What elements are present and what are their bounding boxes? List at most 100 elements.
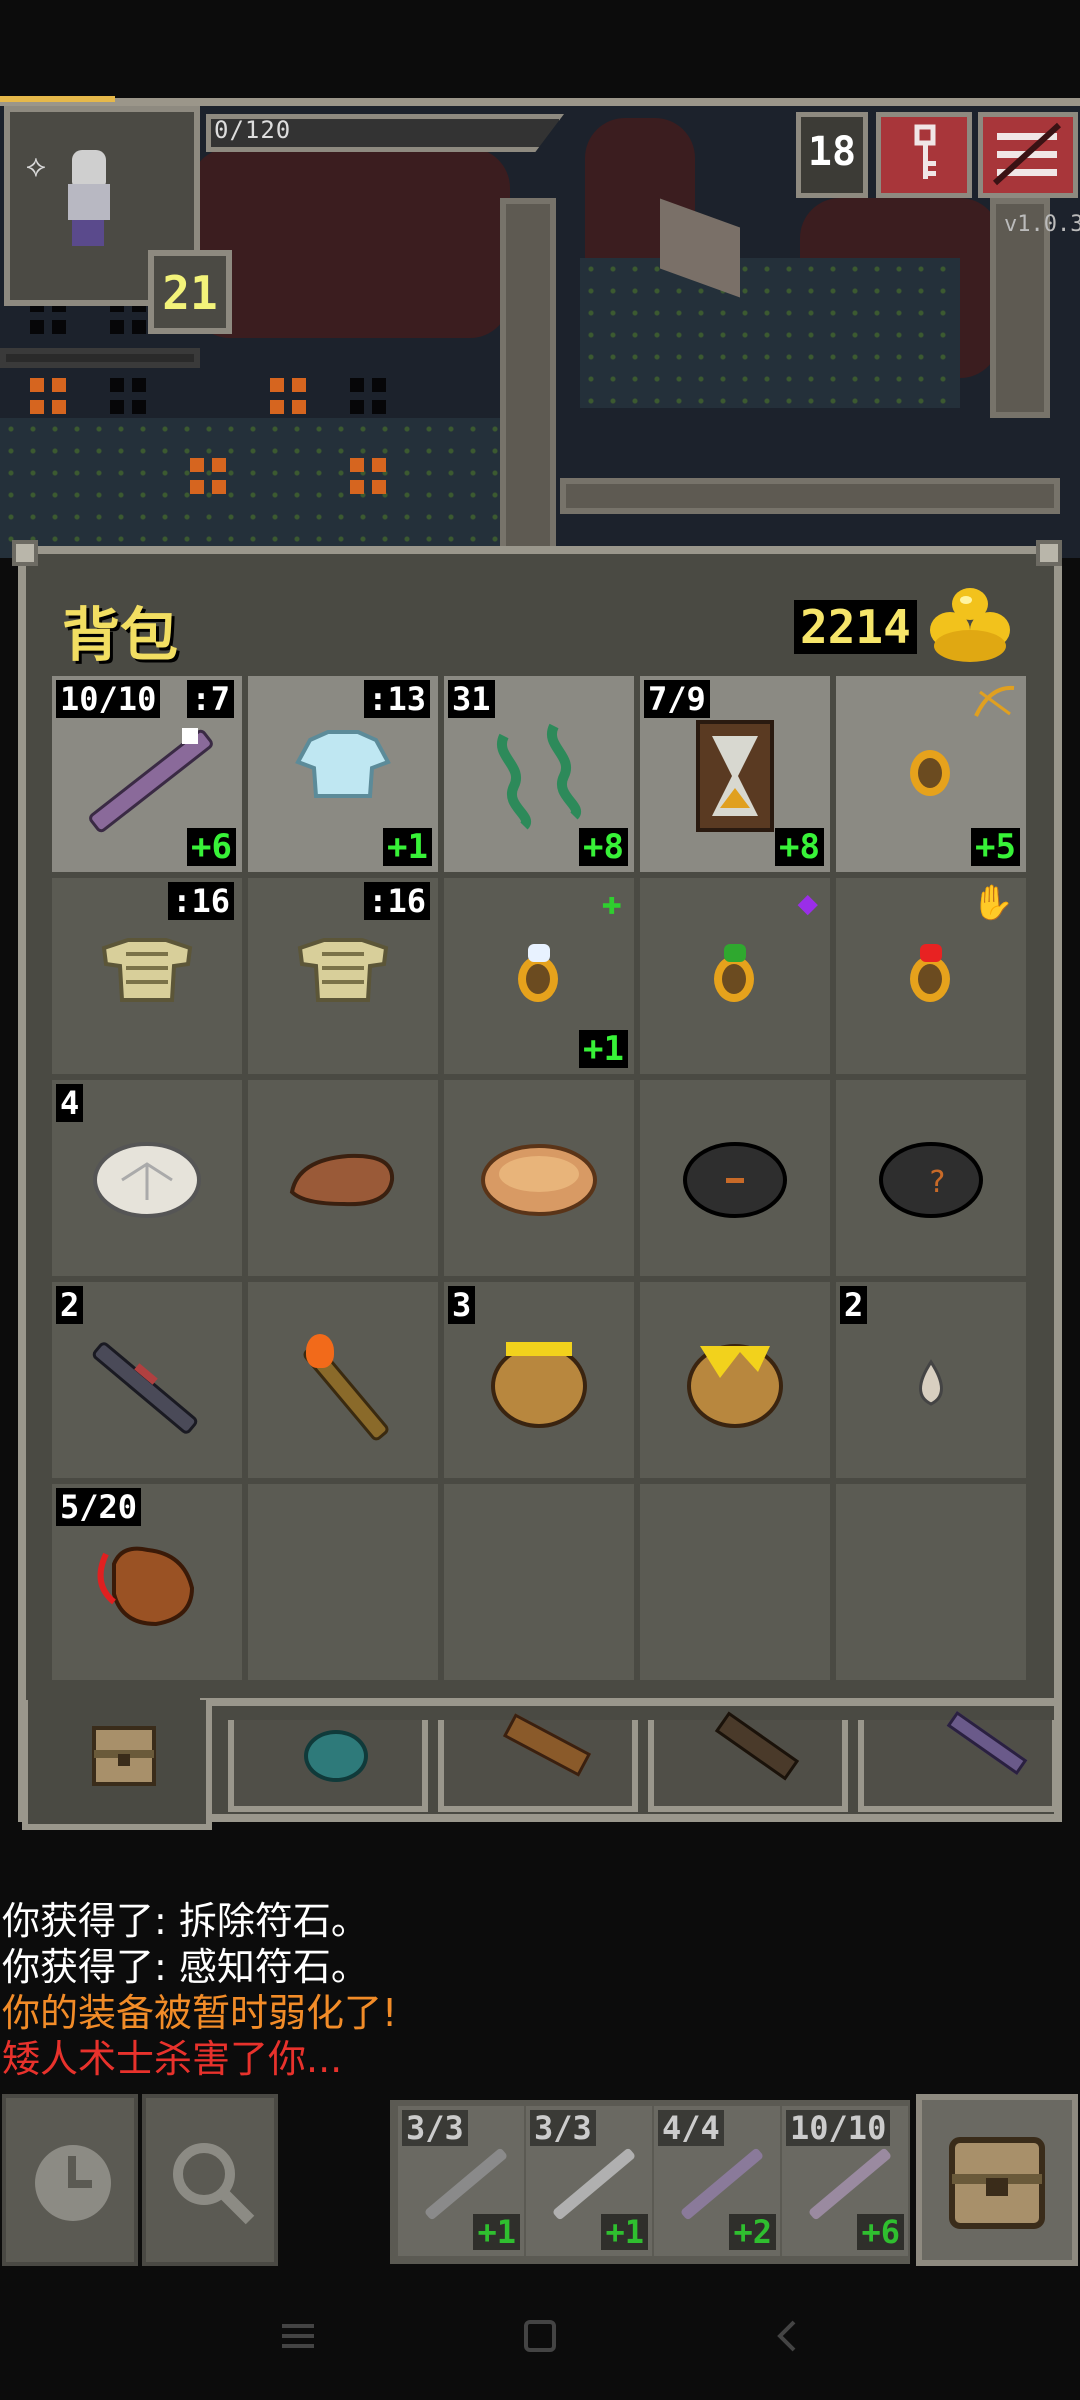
seed-pouch-icon: [304, 1730, 368, 1782]
buff-icon[interactable]: ⟡: [26, 150, 60, 184]
inventory-slot-artifact-chains[interactable]: 31 +8: [444, 676, 634, 872]
item-upgrade: +5: [971, 828, 1020, 866]
inventory-slot-honeypot[interactable]: [640, 1282, 830, 1478]
home-icon[interactable]: [520, 2316, 560, 2356]
depth-indicator-button[interactable]: 18: [796, 112, 868, 198]
inventory-slot-artifact-hourglass[interactable]: 7/9 +8: [640, 676, 830, 872]
inventory-slot-honeypot[interactable]: 3: [444, 1282, 634, 1478]
back-icon[interactable]: [768, 2316, 808, 2356]
recent-apps-icon[interactable]: [278, 2316, 318, 2356]
inventory-slot-torch[interactable]: [248, 1282, 438, 1478]
inventory-slot-runestone[interactable]: 4: [52, 1080, 242, 1276]
wand-icon: [551, 2147, 637, 2221]
ring-icon: [518, 956, 558, 1002]
inventory-slot-ring[interactable]: ✋: [836, 878, 1026, 1074]
depth-text: 18: [807, 129, 857, 175]
backpack-title: 背包: [62, 601, 179, 669]
menu-icon: [992, 122, 1062, 186]
inventory-slot-runestone[interactable]: ?: [836, 1080, 1026, 1276]
scale-armor-icon: [101, 938, 193, 1002]
tab-wand-holster[interactable]: [858, 1710, 1058, 1812]
meat-icon: [289, 1153, 395, 1207]
inventory-grid: 10/10 :7 +6 :13 +1 31 +8 7/9 +8 +5:16:…: [52, 676, 1030, 1688]
seed-icon: [919, 1359, 943, 1406]
item-charges: 10/10: [56, 680, 161, 718]
inventory-slot-armor-scale[interactable]: :16: [248, 878, 438, 1074]
panel-corner: [12, 540, 38, 566]
item-upgrade: +1: [579, 1030, 628, 1068]
quickslot[interactable]: 10/10 +6: [782, 2106, 908, 2256]
inventory-slot-empty[interactable]: [444, 1484, 634, 1680]
quickslot-upgrade: +6: [857, 2214, 904, 2250]
inventory-button[interactable]: [916, 2094, 1078, 2266]
waterskin-icon: [97, 1546, 195, 1627]
inventory-slot-empty[interactable]: [836, 1484, 1026, 1680]
inventory-slot-armor[interactable]: :13 +1: [248, 676, 438, 872]
inventory-slot-ring[interactable]: +5: [836, 676, 1026, 872]
inventory-slot-runestone[interactable]: [640, 1080, 830, 1276]
ring-icon: [910, 956, 950, 1002]
green-cross-mark-icon: ✚: [601, 883, 622, 923]
quickslot-upgrade: +1: [601, 2214, 648, 2250]
scroll-holder-icon: [502, 1713, 592, 1777]
journal-key-button[interactable]: [876, 112, 972, 198]
key-icon: [914, 124, 936, 179]
hero-level-badge: 21: [148, 250, 232, 334]
log-line-death: 矮人术士杀害了你...: [2, 2037, 343, 2081]
bandolier-icon: [714, 1711, 800, 1781]
inventory-slot-empty[interactable]: [248, 1484, 438, 1680]
red-hand-mark-icon: ✋: [971, 883, 1014, 923]
inventory-slot-food[interactable]: [248, 1080, 438, 1276]
game-log: 你获得了: 拆除符石。 你获得了: 感知符石。 你的装备被暂时弱化了! 矮人术士…: [2, 1898, 397, 2082]
ring-icon: [714, 956, 754, 1002]
gold-amount: 2214: [794, 600, 917, 654]
quickslot-charges: 3/3: [402, 2110, 468, 2146]
scale-armor-icon: [297, 938, 389, 1002]
tab-scroll-holder[interactable]: [438, 1713, 638, 1812]
item-upgrade: +8: [579, 828, 628, 866]
clock-icon: [35, 2145, 111, 2221]
hero-level-text: 21: [162, 266, 218, 320]
item-upgrade: +1: [383, 828, 432, 866]
quickslot-charges: 10/10: [786, 2110, 891, 2146]
item-upgrade: +8: [775, 828, 824, 866]
dark-stone-icon: [683, 1142, 787, 1218]
inventory-slot-food[interactable]: [444, 1080, 634, 1276]
health-bar-fill: [0, 96, 115, 102]
quickslot-upgrade: +1: [473, 2214, 520, 2250]
inventory-slot-dart[interactable]: 2: [52, 1282, 242, 1478]
log-line-warning: 你的装备被暂时弱化了!: [2, 1991, 398, 2035]
dart-icon: [90, 1339, 200, 1437]
inventory-slot-wand[interactable]: 10/10 :7 +6: [52, 676, 242, 872]
quickslot[interactable]: 3/3 +1: [526, 2106, 652, 2256]
unknown-stone-icon: ?: [879, 1142, 983, 1218]
panel-corner: [1036, 540, 1062, 566]
wait-button[interactable]: [2, 2094, 138, 2266]
tab-potion-bandolier[interactable]: [648, 1711, 848, 1812]
quickslot[interactable]: 4/4 +2: [654, 2106, 780, 2256]
inventory-slot-empty[interactable]: [640, 1484, 830, 1680]
tab-backpack[interactable]: [22, 1700, 212, 1830]
ring-icon: [910, 750, 950, 796]
game-menu-button[interactable]: [978, 112, 1078, 198]
bow-mark-icon: [974, 685, 1015, 717]
tab-pouch[interactable]: [228, 1720, 428, 1812]
tabs-divider: [200, 1698, 1056, 1706]
inventory-slot-seed[interactable]: 2: [836, 1282, 1026, 1478]
quickslot-upgrade: +2: [729, 2214, 776, 2250]
ring-gem-icon: [724, 944, 746, 962]
inventory-slot-waterskin[interactable]: 5/20: [52, 1484, 242, 1680]
purple-gem-mark-icon: ◆: [797, 883, 818, 923]
version-label: v1.0.3: [1004, 212, 1080, 237]
inventory-slot-armor-scale[interactable]: :16: [52, 878, 242, 1074]
item-level: :7: [187, 680, 234, 718]
inventory-slot-ring[interactable]: ✚ +1: [444, 878, 634, 1074]
backpack-icon: [949, 2137, 1045, 2229]
wand-icon: [679, 2147, 765, 2221]
honey-pot-icon: [491, 1342, 587, 1428]
shattered-honey-pot-icon: [687, 1344, 783, 1428]
quickslot-charges: 3/3: [530, 2110, 596, 2146]
search-button[interactable]: [142, 2094, 278, 2266]
inventory-slot-ring[interactable]: ◆: [640, 878, 830, 1074]
quickslot[interactable]: 3/3 +1: [398, 2106, 524, 2256]
